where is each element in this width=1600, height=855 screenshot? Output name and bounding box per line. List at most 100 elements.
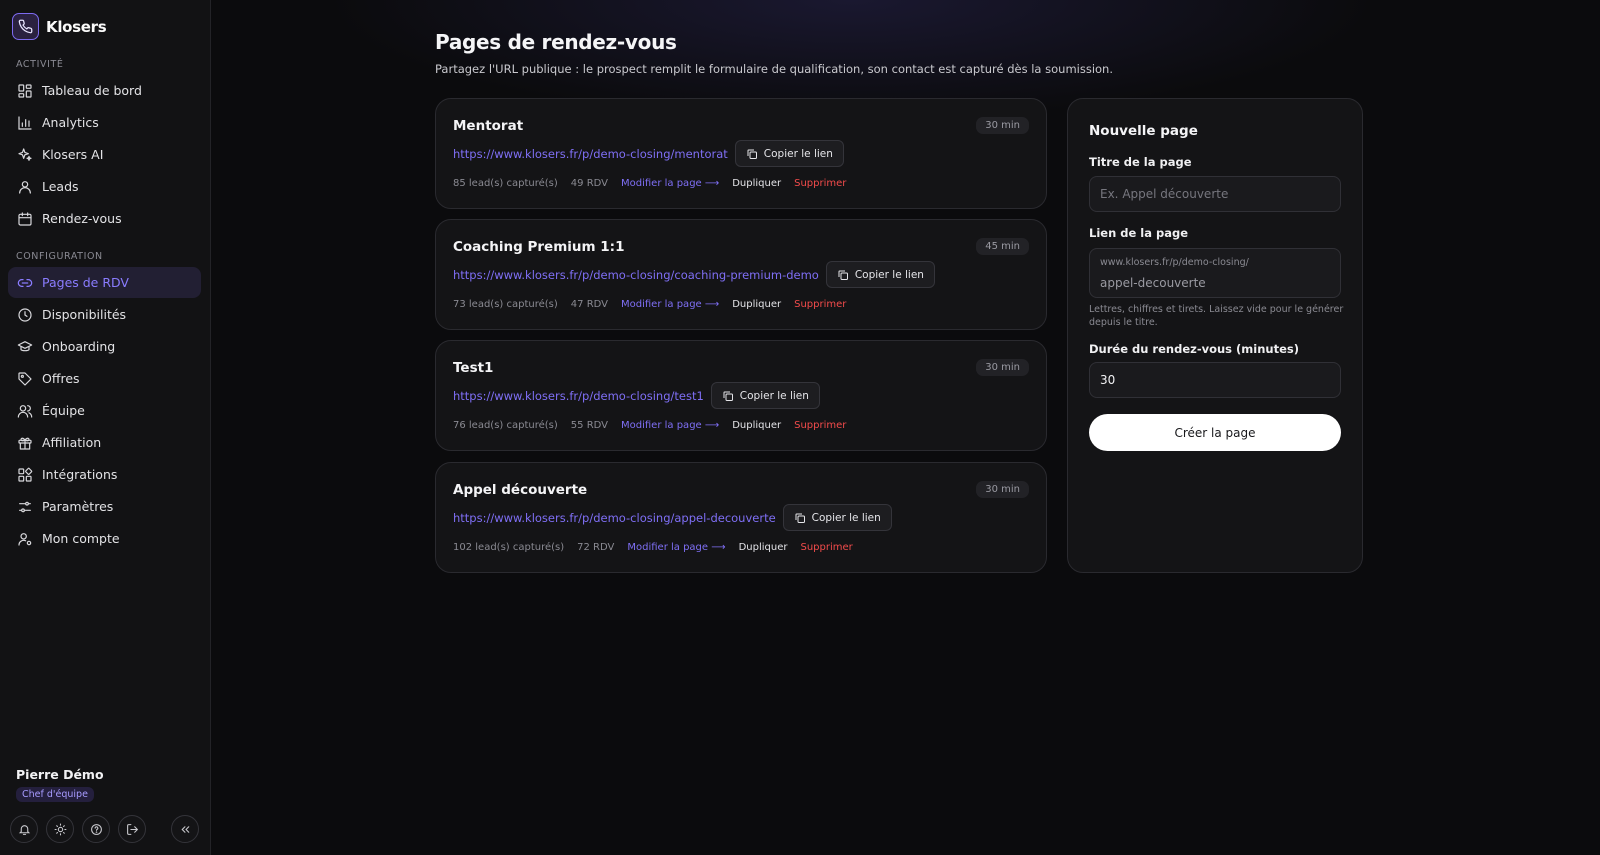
leads-count: 85 lead(s) capturé(s) (453, 178, 558, 189)
duration-badge: 30 min (976, 117, 1029, 134)
page-slug-input[interactable] (1090, 270, 1340, 296)
copy-link-button[interactable]: Copier le lien (825, 261, 935, 288)
sidebar-item-label: Paramètres (42, 499, 114, 514)
sidebar-item-parametres[interactable]: Paramètres (8, 491, 201, 522)
sidebar-item-rendez-vous[interactable]: Rendez-vous (8, 203, 201, 234)
sidebar-item-pages-de-rdv[interactable]: Pages de RDV (8, 267, 201, 298)
user-block: Pierre Démo Chef d'équipe (16, 767, 104, 802)
duration-badge: 45 min (976, 238, 1029, 255)
leads-count: 76 lead(s) capturé(s) (453, 420, 558, 431)
graduation-cap-icon (17, 340, 33, 351)
leads-count: 102 lead(s) capturé(s) (453, 542, 565, 553)
copy-link-label: Copier le lien (811, 511, 881, 524)
sidebar-item-analytics[interactable]: Analytics (8, 107, 201, 138)
sidebar-item-tableau-de-bord[interactable]: Tableau de bord (8, 75, 201, 106)
duplicate-button[interactable]: Dupliquer (732, 299, 781, 310)
sidebar-item-label: Klosers AI (42, 147, 104, 162)
sidebar-item-affiliation[interactable]: Affiliation (8, 427, 201, 458)
edit-page-link[interactable]: Modifier la page ⟶ (621, 299, 719, 310)
brand[interactable]: Klosers (12, 13, 107, 40)
booking-page-card: Mentorat 30 min https://www.klosers.fr/p… (435, 98, 1047, 209)
public-url-link[interactable]: https://www.klosers.fr/p/demo-closing/ap… (453, 511, 776, 525)
duplicate-button[interactable]: Dupliquer (732, 178, 781, 189)
page-subtitle: Partagez l'URL publique : le prospect re… (435, 62, 1114, 76)
create-page-button[interactable]: Créer la page (1089, 414, 1341, 451)
sidebar: Klosers ACTIVITÉ Tableau de bord Analyti… (0, 0, 211, 855)
sidebar-item-label: Tableau de bord (42, 83, 142, 98)
sidebar-item-leads[interactable]: Leads (8, 171, 201, 202)
public-url-link[interactable]: https://www.klosers.fr/p/demo-closing/co… (453, 268, 819, 282)
duration-badge: 30 min (976, 359, 1029, 376)
sidebar-item-mon-compte[interactable]: Mon compte (8, 523, 201, 554)
copy-link-button[interactable]: Copier le lien (734, 140, 844, 167)
sidebar-item-disponibilites[interactable]: Disponibilités (8, 299, 201, 330)
help-button[interactable] (82, 815, 110, 843)
clock-icon (18, 307, 32, 322)
sidebar-item-label: Offres (42, 371, 80, 386)
edit-page-link[interactable]: Modifier la page ⟶ (621, 178, 719, 189)
page-title: Pages de rendez-vous (435, 30, 677, 54)
edit-page-link[interactable]: Modifier la page ⟶ (621, 420, 719, 431)
collapse-sidebar-button[interactable] (171, 815, 199, 843)
duplicate-button[interactable]: Dupliquer (732, 420, 781, 431)
sidebar-item-label: Disponibilités (42, 307, 127, 322)
delete-button[interactable]: Supprimer (794, 178, 846, 189)
section-label-activite: ACTIVITÉ (16, 59, 64, 70)
slug-prefix: www.klosers.fr/p/demo-closing/ (1100, 257, 1249, 268)
new-page-form: Nouvelle page Titre de la page Lien de l… (1067, 98, 1363, 573)
delete-button[interactable]: Supprimer (794, 420, 846, 431)
help-icon (90, 823, 102, 835)
leads-count: 73 lead(s) capturé(s) (453, 299, 558, 310)
form-title: Nouvelle page (1089, 123, 1198, 139)
booking-page-card: Appel découverte 30 min https://www.klos… (435, 462, 1047, 573)
copy-icon (723, 391, 733, 401)
copy-icon (747, 149, 757, 159)
card-title: Mentorat (453, 118, 524, 134)
page-title-input[interactable] (1089, 176, 1341, 212)
page-title-label: Titre de la page (1089, 155, 1192, 169)
sun-icon (54, 823, 66, 835)
booking-page-card: Test1 30 min https://www.klosers.fr/p/de… (435, 340, 1047, 451)
public-url-link[interactable]: https://www.klosers.fr/p/demo-closing/te… (453, 389, 704, 403)
sidebar-item-offres[interactable]: Offres (8, 363, 201, 394)
role-badge: Chef d'équipe (16, 787, 94, 802)
sidebar-item-klosers-ai[interactable]: Klosers AI (8, 139, 201, 170)
rdv-count: 72 RDV (577, 542, 615, 553)
bell-icon (18, 824, 30, 835)
edit-page-link[interactable]: Modifier la page ⟶ (627, 542, 725, 553)
slug-hint: Lettres, chiffres et tirets. Laissez vid… (1089, 304, 1344, 328)
copy-link-button[interactable]: Copier le lien (782, 504, 892, 531)
sidebar-footer-actions (10, 815, 146, 843)
duplicate-button[interactable]: Dupliquer (739, 542, 788, 553)
public-url-link[interactable]: https://www.klosers.fr/p/demo-closing/me… (453, 147, 728, 161)
brand-name: Klosers (46, 17, 107, 36)
users-icon (17, 404, 33, 418)
rdv-count: 49 RDV (570, 178, 609, 189)
user-icon (19, 180, 31, 194)
logout-button[interactable] (118, 815, 146, 843)
duration-input[interactable] (1089, 362, 1341, 398)
card-title: Coaching Premium 1:1 (453, 239, 625, 255)
tag-icon (18, 371, 32, 386)
page-link-field: www.klosers.fr/p/demo-closing/ (1089, 248, 1341, 298)
link-icon (17, 278, 33, 287)
sidebar-item-integrations[interactable]: Intégrations (8, 459, 201, 490)
sidebar-item-label: Analytics (42, 115, 99, 130)
copy-link-button[interactable]: Copier le lien (710, 382, 820, 409)
booking-page-card: Coaching Premium 1:1 45 min https://www.… (435, 219, 1047, 330)
delete-button[interactable]: Supprimer (800, 542, 852, 553)
logout-icon (126, 823, 138, 835)
sliders-icon (19, 501, 31, 512)
theme-toggle-button[interactable] (46, 815, 74, 843)
copy-icon (795, 513, 805, 523)
sidebar-item-onboarding[interactable]: Onboarding (8, 331, 201, 362)
sidebar-item-equipe[interactable]: Équipe (8, 395, 201, 426)
phone-logo-icon (12, 13, 39, 40)
main-content: Pages de rendez-vous Partagez l'URL publ… (211, 0, 1600, 855)
sidebar-item-label: Pages de RDV (42, 275, 129, 290)
delete-button[interactable]: Supprimer (794, 299, 846, 310)
notifications-button[interactable] (10, 815, 38, 843)
rdv-count: 55 RDV (570, 420, 609, 431)
page-link-label: Lien de la page (1089, 226, 1189, 240)
sidebar-item-label: Leads (42, 179, 79, 194)
